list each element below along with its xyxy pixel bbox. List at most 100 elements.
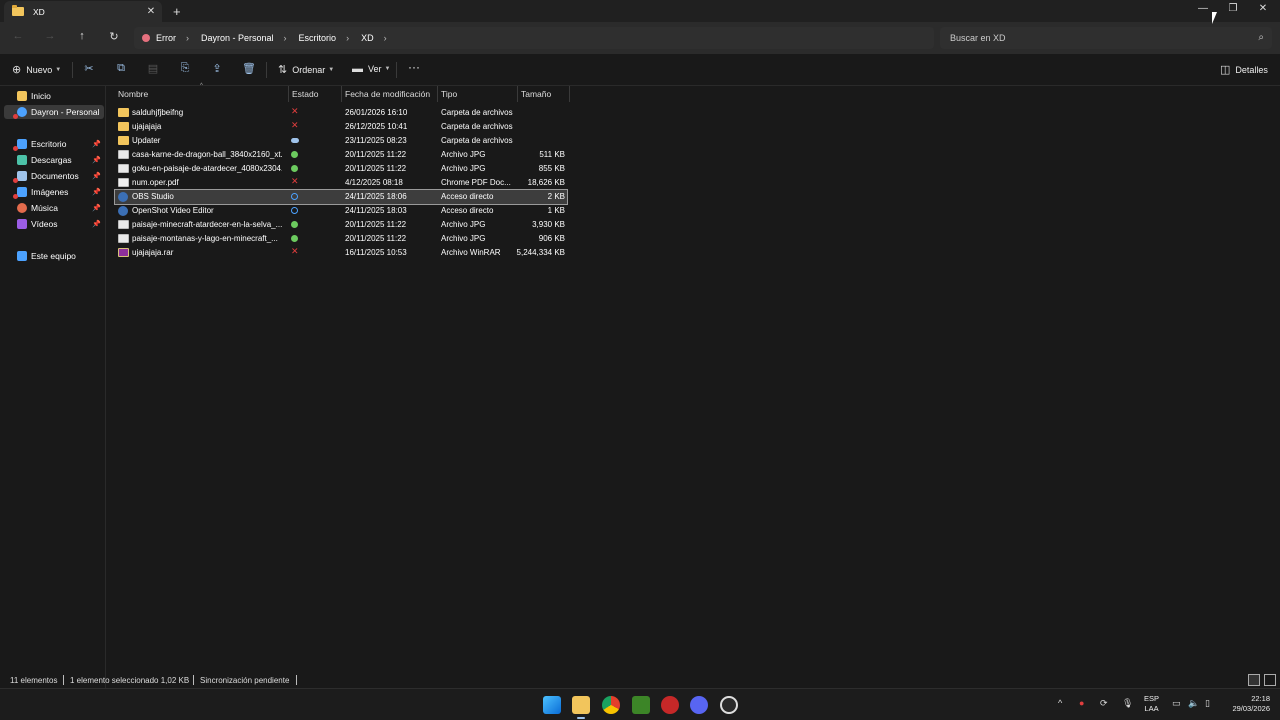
- pin-icon[interactable]: 📌: [92, 172, 101, 180]
- file-row[interactable]: salduhjfjbeifng ✕ 26/01/2026 16:10 Carpeta …: [115, 106, 567, 120]
- file-row[interactable]: paisaje-minecraft-atardecer-en-la-selva_…: [115, 218, 567, 232]
- file-name: goku-en-paisaje-de-atardecer_4080x2304..…: [132, 164, 282, 173]
- app-icon-red[interactable]: [661, 696, 679, 714]
- pin-icon[interactable]: 📌: [92, 188, 101, 196]
- sidebar-item-inicio[interactable]: Inicio: [4, 89, 104, 103]
- sidebar-item-musica[interactable]: Música 📌: [4, 201, 104, 215]
- file-name: ujajajaja.rar: [132, 248, 174, 257]
- sidebar-item-descargas[interactable]: Descargas 📌: [4, 153, 104, 167]
- chevron-down-icon: ▼: [384, 66, 391, 72]
- file-type: Carpeta de archivos: [441, 122, 513, 131]
- refresh-button[interactable]: ↻: [104, 30, 124, 43]
- sidebar-item-label: Descargas: [31, 155, 72, 165]
- sidebar-item-label: Este equipo: [31, 251, 76, 261]
- tiles-view-icon[interactable]: [1264, 674, 1276, 686]
- share-icon[interactable]: ⇪: [208, 62, 226, 75]
- file-row[interactable]: num.oper.pdf ✕ 4/12/2025 08:18 Chrome PDF D…: [115, 176, 567, 190]
- sidebar-item-imagenes[interactable]: Imágenes 📌: [4, 185, 104, 199]
- file-row[interactable]: OBS Studio 24/11/2025 18:06 Acceso directo…: [114, 189, 568, 205]
- chevron-up-icon[interactable]: ^: [1058, 698, 1062, 708]
- tab-close-button[interactable]: ✕: [144, 6, 158, 17]
- delete-icon[interactable]: 🗑: [240, 62, 258, 75]
- copy-icon[interactable]: ⧉: [112, 62, 130, 75]
- sidebar-item-videos[interactable]: Vídeos 📌: [4, 217, 104, 231]
- file-explorer-icon[interactable]: [572, 696, 590, 719]
- ok-status-icon: [291, 165, 298, 172]
- paste-icon[interactable]: ▤: [144, 62, 162, 75]
- breadcrumb-escritorio[interactable]: Escritorio: [299, 33, 337, 43]
- sidebar-item-label: Documentos: [31, 171, 79, 181]
- breadcrumb-separator[interactable]: ›: [384, 33, 387, 43]
- navigation-pane: Inicio Dayron - Personal Escritorio 📌 De…: [0, 86, 106, 688]
- file-row[interactable]: ujajajaja ✕ 26/12/2025 10:41 Carpeta de arc…: [115, 120, 567, 134]
- new-tab-button[interactable]: +: [173, 4, 181, 19]
- close-window-button[interactable]: ✕: [1248, 3, 1278, 14]
- sidebar-item-escritorio[interactable]: Escritorio 📌: [4, 137, 104, 151]
- file-row[interactable]: goku-en-paisaje-de-atardecer_4080x2304..…: [115, 162, 567, 176]
- rename-icon[interactable]: ⎘: [176, 62, 194, 75]
- start-icon[interactable]: [543, 696, 561, 714]
- file-row[interactable]: casa-karne-de-dragon-ball_3840x2160_xt..…: [115, 148, 567, 162]
- obs-icon[interactable]: [720, 696, 738, 714]
- file-row[interactable]: Updater 23/11/2025 08:23 Carpeta de archiv…: [115, 134, 567, 148]
- onedrive-error-icon[interactable]: ●: [1079, 698, 1084, 708]
- keyboard-layout: LAA: [1144, 704, 1159, 713]
- new-button[interactable]: ⊕ Nuevo ▼: [12, 63, 61, 76]
- column-type[interactable]: Tipo: [441, 89, 457, 99]
- jpg-icon: [118, 164, 129, 173]
- breadcrumb-separator[interactable]: ›: [186, 33, 189, 43]
- file-size: 906 KB: [538, 234, 565, 243]
- breadcrumb-separator[interactable]: ›: [284, 33, 287, 43]
- breadcrumb-separator[interactable]: ›: [346, 33, 349, 43]
- battery-icon[interactable]: ▯: [1205, 698, 1210, 709]
- file-modified: 16/11/2025 10:53: [345, 248, 407, 257]
- file-row[interactable]: ujajajaja.rar ✕ 16/11/2025 10:53 Archivo Wi…: [115, 246, 567, 260]
- microphone-icon[interactable]: 🎙: [1122, 698, 1133, 709]
- file-row[interactable]: OpenShot Video Editor 24/11/2025 18:03 Acc…: [115, 204, 567, 218]
- clock[interactable]: 22:18 29/03/2026: [1232, 694, 1270, 714]
- file-type: Acceso directo: [441, 206, 494, 215]
- language-indicator[interactable]: ESP LAA: [1144, 694, 1159, 714]
- cut-icon[interactable]: ✂: [80, 62, 98, 75]
- discord-icon[interactable]: [690, 696, 708, 714]
- file-size: 1 KB: [547, 206, 565, 215]
- search-input[interactable]: Buscar en XD ⌕: [940, 27, 1272, 49]
- file-type: Acceso directo: [441, 192, 494, 201]
- column-status[interactable]: Estado: [292, 89, 318, 99]
- music-icon: [17, 203, 27, 213]
- more-options-button[interactable]: ···: [408, 60, 420, 74]
- column-size[interactable]: Tamaño: [521, 89, 551, 99]
- back-button[interactable]: ←: [8, 30, 28, 42]
- column-name[interactable]: Nombre: [118, 89, 148, 99]
- network-icon[interactable]: ▭: [1172, 698, 1181, 709]
- view-button[interactable]: ▬ Ver ▼: [352, 63, 390, 75]
- details-button[interactable]: ◫ Detalles: [1220, 63, 1268, 76]
- chrome-icon[interactable]: [602, 696, 620, 714]
- sidebar-item-dayron-personal[interactable]: Dayron - Personal: [4, 105, 104, 119]
- minecraft-icon[interactable]: [632, 696, 650, 714]
- file-modified: 26/01/2026 16:10: [345, 108, 408, 117]
- pin-icon[interactable]: 📌: [92, 140, 101, 148]
- details-view-icon[interactable]: [1248, 674, 1260, 686]
- maximize-button[interactable]: ❐: [1218, 3, 1248, 14]
- file-modified: 24/11/2025 18:03: [345, 206, 407, 215]
- sort-button[interactable]: ⇅ Ordenar ▼: [278, 63, 334, 76]
- sidebar-item-este-equipo[interactable]: Este equipo: [4, 249, 104, 263]
- breadcrumb-xd[interactable]: XD: [361, 33, 374, 43]
- breadcrumb-personal[interactable]: Dayron - Personal: [201, 33, 274, 43]
- address-bar[interactable]: Error › Dayron - Personal › Escritorio ›…: [134, 27, 934, 49]
- pin-icon[interactable]: 📌: [92, 156, 101, 164]
- sync-icon[interactable]: ⟳: [1100, 698, 1108, 709]
- file-row[interactable]: paisaje-montanas-y-lago-en-minecraft_...…: [115, 232, 567, 246]
- sidebar-item-documentos[interactable]: Documentos 📌: [4, 169, 104, 183]
- breadcrumb-error[interactable]: Error: [156, 33, 176, 43]
- clock-date: 29/03/2026: [1232, 704, 1270, 713]
- column-modified[interactable]: Fecha de modificación: [345, 89, 430, 99]
- forward-button[interactable]: →: [40, 30, 60, 42]
- volume-icon[interactable]: 🔈: [1188, 698, 1199, 709]
- pin-icon[interactable]: 📌: [92, 204, 101, 212]
- tab-xd[interactable]: XD ✕: [4, 1, 162, 22]
- pin-icon[interactable]: 📌: [92, 220, 101, 228]
- sync-status-icon: [291, 193, 298, 200]
- up-button[interactable]: ↑: [72, 30, 92, 42]
